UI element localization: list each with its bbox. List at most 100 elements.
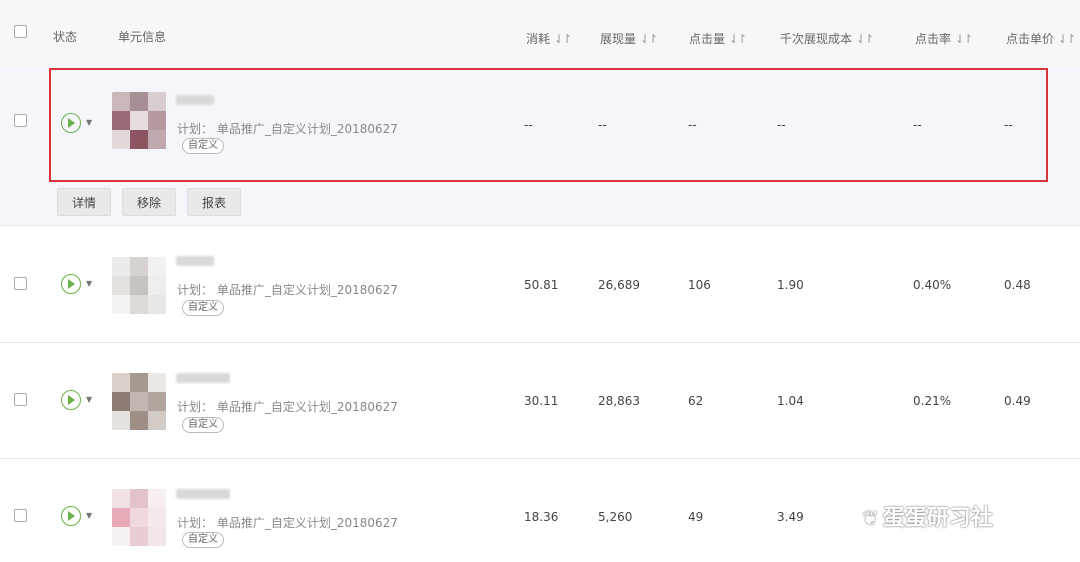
sort-icon[interactable]: ⇃↾	[554, 32, 572, 46]
row-checkbox[interactable]	[14, 509, 27, 522]
thumbnail-mosaic-block	[148, 508, 166, 527]
thumbnail-mosaic-block	[112, 527, 130, 546]
thumbnail-mosaic-block	[112, 392, 130, 411]
play-status-icon[interactable]	[61, 506, 81, 526]
custom-tag: 自定义	[182, 300, 224, 316]
header-cost[interactable]: 消耗 ⇃↾	[526, 30, 572, 47]
chevron-down-icon[interactable]: ▼	[86, 395, 92, 404]
plan-name: 计划： 单品推广_自定义计划_20180627	[177, 400, 398, 414]
thumbnail-mosaic-block	[112, 373, 130, 392]
thumbnail-mosaic-block	[148, 111, 166, 130]
chevron-down-icon[interactable]: ▼	[86, 511, 92, 520]
remove-button[interactable]: 移除	[122, 188, 177, 216]
thumbnail-mosaic-block	[112, 92, 130, 111]
cell-cost: --	[524, 118, 533, 132]
thumbnail-mosaic-block	[148, 373, 166, 392]
table-header: 状态 单元信息 消耗 ⇃↾ 展现量 ⇃↾ 点击量 ⇃↾ 千次展现成本 ⇃↾ 点击率 ⇃↾ …	[0, 0, 1080, 68]
cell-clicks: 49	[688, 510, 704, 524]
cell-cpm: 3.49	[777, 510, 804, 524]
header-cpc[interactable]: 点击单价 ⇃↾	[1006, 30, 1076, 47]
thumbnail-mosaic-block	[112, 257, 130, 276]
row-actions-bar: 详情 移除 报表	[0, 182, 1080, 226]
cell-impressions: 5,260	[598, 510, 633, 524]
wechat-icon: ❦	[862, 506, 879, 530]
thumbnail-mosaic-block	[130, 527, 148, 546]
thumbnail-mosaic-block	[112, 111, 130, 130]
header-cpm[interactable]: 千次展现成本 ⇃↾	[780, 30, 874, 47]
table-row: ▼ 计划： 单品推广_自定义计划_20180627 自定义 -- -- -- -…	[0, 68, 1080, 182]
custom-tag: 自定义	[182, 417, 224, 433]
thumbnail-mosaic-block	[148, 276, 166, 295]
thumbnail-mosaic-block	[112, 276, 130, 295]
thumbnail-mosaic-block	[130, 111, 148, 130]
table-row: ▼ 计划： 单品推广_自定义计划_20180627 自定义 50.81 26,6…	[0, 227, 1080, 343]
row-checkbox[interactable]	[14, 114, 27, 127]
unit-name-blurred	[176, 256, 214, 266]
watermark: ❦ 蛋蛋研习社	[862, 506, 993, 531]
thumbnail-mosaic-block	[130, 130, 148, 149]
header-status: 状态	[53, 30, 78, 44]
product-thumbnail	[112, 489, 166, 547]
sort-icon[interactable]: ⇃↾	[955, 32, 973, 46]
thumbnail-mosaic-block	[130, 373, 148, 392]
cell-impressions: 26,689	[598, 278, 640, 292]
custom-tag: 自定义	[182, 138, 224, 154]
cell-cost: 30.11	[524, 394, 559, 408]
row-checkbox[interactable]	[14, 393, 27, 406]
chevron-down-icon[interactable]: ▼	[86, 118, 92, 127]
table-row: ▼ 计划： 单品推广_自定义计划_20180627 自定义 30.11 28,8…	[0, 343, 1080, 459]
cell-cost: 18.36	[524, 510, 559, 524]
thumbnail-mosaic-block	[112, 130, 130, 149]
sort-icon[interactable]: ⇃↾	[1058, 32, 1076, 46]
cell-ctr: 0.21%	[913, 394, 952, 408]
play-status-icon[interactable]	[61, 390, 81, 410]
cell-clicks: 62	[688, 394, 704, 408]
thumbnail-mosaic-block	[130, 295, 148, 314]
cell-impressions: --	[598, 118, 607, 132]
thumbnail-mosaic-block	[130, 276, 148, 295]
plan-name: 计划： 单品推广_自定义计划_20180627	[177, 283, 398, 297]
header-clicks[interactable]: 点击量 ⇃↾	[689, 30, 747, 47]
thumbnail-mosaic-block	[148, 130, 166, 149]
cell-cpc: 0.48	[1004, 278, 1031, 292]
cell-ctr: --	[913, 118, 922, 132]
row-checkbox[interactable]	[14, 277, 27, 290]
thumbnail-mosaic-block	[148, 489, 166, 508]
details-button[interactable]: 详情	[57, 188, 112, 216]
cell-cpc: 0.49	[1004, 394, 1031, 408]
plan-name: 计划： 单品推广_自定义计划_20180627	[177, 516, 398, 530]
sort-icon[interactable]: ⇃↾	[856, 32, 874, 46]
header-unit-info: 单元信息	[118, 30, 167, 44]
cell-cpc: --	[1004, 118, 1013, 132]
chevron-down-icon[interactable]: ▼	[86, 279, 92, 288]
unit-name-blurred	[176, 373, 230, 383]
thumbnail-mosaic-block	[148, 257, 166, 276]
thumbnail-mosaic-block	[130, 392, 148, 411]
thumbnail-mosaic-block	[112, 489, 130, 508]
unit-name-blurred	[176, 489, 230, 499]
thumbnail-mosaic-block	[130, 489, 148, 508]
thumbnail-mosaic-block	[112, 295, 130, 314]
cell-clicks: 106	[688, 278, 711, 292]
cell-cpm: --	[777, 118, 786, 132]
thumbnail-mosaic-block	[130, 508, 148, 527]
cell-cpm: 1.90	[777, 278, 804, 292]
thumbnail-mosaic-block	[148, 295, 166, 314]
unit-name-blurred	[176, 95, 214, 105]
thumbnail-mosaic-block	[130, 257, 148, 276]
play-status-icon[interactable]	[61, 113, 81, 133]
thumbnail-mosaic-block	[130, 411, 148, 430]
header-ctr[interactable]: 点击率 ⇃↾	[915, 30, 973, 47]
play-status-icon[interactable]	[61, 274, 81, 294]
product-thumbnail	[112, 257, 166, 315]
cell-cost: 50.81	[524, 278, 559, 292]
thumbnail-mosaic-block	[148, 411, 166, 430]
header-impressions[interactable]: 展现量 ⇃↾	[600, 30, 658, 47]
product-thumbnail	[112, 373, 166, 431]
sort-icon[interactable]: ⇃↾	[640, 32, 658, 46]
cell-cpm: 1.04	[777, 394, 804, 408]
select-all-checkbox[interactable]	[14, 25, 27, 38]
plan-name: 计划： 单品推广_自定义计划_20180627	[177, 122, 398, 136]
report-button[interactable]: 报表	[187, 188, 242, 216]
sort-icon[interactable]: ⇃↾	[729, 32, 747, 46]
